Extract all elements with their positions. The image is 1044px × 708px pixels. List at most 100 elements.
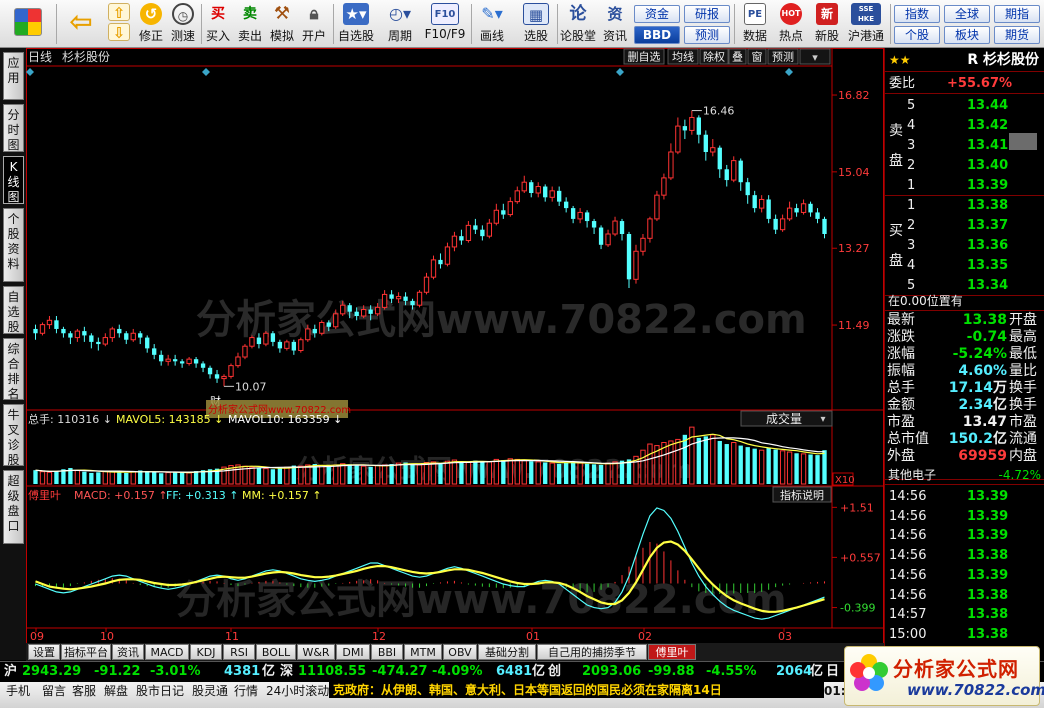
candle-body-up — [465, 224, 472, 241]
shortcut-stock-pulse[interactable]: 股灵通 — [192, 684, 228, 698]
chart-header-button-label: 预测 — [772, 51, 794, 64]
indicator-tab[interactable]: 自己用的捕捞季节 — [537, 644, 647, 660]
indicator-tab[interactable]: RSI — [223, 644, 255, 660]
f10-button[interactable]: F10 F10/F9 — [422, 2, 468, 46]
x-tick-label: 02 — [638, 630, 652, 643]
tab-app[interactable]: 应用 — [3, 52, 24, 100]
news-button[interactable]: 资 资讯 — [600, 2, 630, 46]
tab-kline[interactable]: K线图 — [3, 156, 24, 204]
open-account-button[interactable]: 🔒︎ 开户 — [300, 2, 328, 46]
indicator-tab[interactable]: KDJ — [190, 644, 222, 660]
futures-button[interactable]: 期货 — [994, 26, 1040, 44]
sell-level-row[interactable]: 1 13.39 — [885, 176, 1044, 196]
sector-button[interactable]: 板块 — [944, 26, 990, 44]
tab-diagnosis[interactable]: 牛叉诊股 — [3, 404, 24, 467]
stat-unit: 亿 — [993, 431, 1007, 447]
sse-hk-connect-button[interactable]: SSE HKE 沪港通 — [846, 2, 886, 46]
sell-level: 1 — [907, 178, 916, 193]
shortcut-market[interactable]: 行情 — [234, 684, 258, 698]
candle-body-up — [102, 337, 108, 345]
tab-ranking[interactable]: 综合排名 — [3, 338, 24, 401]
buy-level-row[interactable]: 2 13.37 — [885, 216, 1044, 236]
volume-legend-item: 总手: 110316 ↓ — [28, 412, 112, 426]
shortcut-service[interactable]: 客服 — [72, 684, 96, 698]
index-futures-button[interactable]: 期指 — [994, 5, 1040, 23]
global-button[interactable]: 全球 — [944, 5, 990, 23]
buy-button[interactable]: 买 买入 — [204, 2, 232, 46]
volume-bar-up — [186, 472, 192, 485]
sell-button[interactable]: 卖 卖出 — [236, 2, 264, 46]
volume-bar-down — [591, 464, 597, 484]
app-grid-button[interactable] — [8, 2, 48, 46]
indicator-tab[interactable]: 资讯 — [112, 644, 144, 660]
shortcut-phone[interactable]: 手机 — [6, 684, 30, 698]
forum-button[interactable]: 论 论股堂 — [560, 2, 596, 46]
indicator-tab[interactable]: 基础分割 — [478, 644, 536, 660]
indicator-tab[interactable]: BOLL — [256, 644, 296, 660]
candle-body-down — [54, 320, 59, 329]
volume-bar-down — [347, 464, 352, 484]
candle-body-down — [529, 182, 534, 193]
candle-body-down — [403, 296, 408, 301]
hotspot-button[interactable]: HOT 热点 — [774, 2, 808, 46]
buy-level-row[interactable]: 1 13.38 — [885, 196, 1044, 216]
period-button[interactable]: ◴▾ 周期 — [380, 2, 420, 46]
watchlist-button[interactable]: ★▾ 自选股 — [336, 2, 376, 46]
tab-watchlist[interactable]: 自选股 — [3, 286, 24, 334]
simulate-button[interactable]: ⚒ 模拟 — [268, 2, 296, 46]
sell-level-row[interactable]: 2 13.40 — [885, 156, 1044, 176]
shortcut-analysis[interactable]: 解盘 — [104, 684, 128, 698]
tab-timeshare[interactable]: 分时图 — [3, 104, 24, 152]
volume-bar-up — [130, 471, 136, 485]
sell-level-row[interactable]: 5 13.44 — [885, 96, 1044, 116]
bbd-button[interactable]: BBD — [634, 26, 680, 44]
stat-label: 涨跌 — [887, 329, 915, 345]
shortcut-message[interactable]: 留言 — [42, 684, 66, 698]
candle-body-up — [612, 220, 618, 235]
capital-button[interactable]: 资金 — [634, 5, 680, 23]
indicator-tab[interactable]: MACD — [145, 644, 189, 660]
new-stock-button[interactable]: 新 新股 — [810, 2, 844, 46]
data-button[interactable]: PE 数据 — [738, 2, 772, 46]
volume-bar-down — [368, 466, 373, 484]
volume-bar-down — [822, 450, 827, 484]
candle-body-down — [703, 134, 708, 152]
stock-title: R 杉杉股份 — [967, 52, 1039, 68]
kline-chart-area[interactable]: 日线 杉杉股份 删自选 均线 除权叠窗预测 ▾ 分析家公式网www.70822.com 分析家… — [26, 48, 884, 645]
indicator-tab[interactable]: 傅里叶 — [648, 644, 696, 660]
speed-test-button[interactable]: ◷ 测速 — [168, 2, 198, 46]
tab-stock-profile[interactable]: 个股资料 — [3, 208, 24, 282]
sector-row[interactable]: 其他电子 -4.72% — [885, 465, 1044, 485]
volume-bar-up — [423, 461, 430, 485]
candle-body-down — [794, 208, 799, 213]
back-button[interactable]: ⇦ — [62, 2, 100, 46]
news-ticker[interactable]: 克政府：从伊朗、韩国、意大利、日本等国返回的国民必须在家隔离14日 — [329, 682, 824, 698]
day-label: 日 — [826, 664, 840, 679]
indicator-tab[interactable]: BBI — [371, 644, 403, 660]
index-button[interactable]: 指数 — [894, 5, 940, 23]
indicator-tab[interactable]: 设置 — [28, 644, 60, 660]
buy-level-row[interactable]: 4 13.35 — [885, 256, 1044, 276]
indicator-tab[interactable]: DMI — [336, 644, 370, 660]
candle-body-up — [493, 209, 499, 224]
shortcut-diary[interactable]: 股市日记 — [136, 684, 184, 698]
stock-screen-button[interactable]: ▦ 选股 — [516, 2, 556, 46]
indicator-tab[interactable]: OBV — [443, 644, 477, 660]
indicator-tab[interactable]: MTM — [404, 644, 442, 660]
cy-amount: 2064 — [776, 664, 813, 679]
tick-time: 14:56 — [889, 587, 927, 603]
research-button[interactable]: 研报 — [684, 5, 730, 23]
scroll-up-button[interactable]: ⇧ ⇩ — [106, 2, 132, 46]
buy-level: 1 — [907, 198, 916, 213]
candle-body-up — [130, 332, 136, 341]
shortcut-24h[interactable]: 24小时滚动 — [266, 684, 329, 698]
buy-level-row[interactable]: 3 13.36 — [885, 236, 1044, 256]
tab-super-order[interactable]: 超级盘口 — [3, 470, 24, 544]
correction-button[interactable]: ↺ 修正 — [136, 2, 166, 46]
stat-value-wrap: 13.38 — [963, 312, 1007, 329]
single-stock-button[interactable]: 个股 — [894, 26, 940, 44]
forecast-button[interactable]: 预测 — [684, 26, 730, 44]
indicator-tab[interactable]: W&R — [297, 644, 335, 660]
draw-line-button[interactable]: ✎▾ 画线 — [474, 2, 510, 46]
indicator-tab[interactable]: 指标平台 — [61, 644, 111, 660]
